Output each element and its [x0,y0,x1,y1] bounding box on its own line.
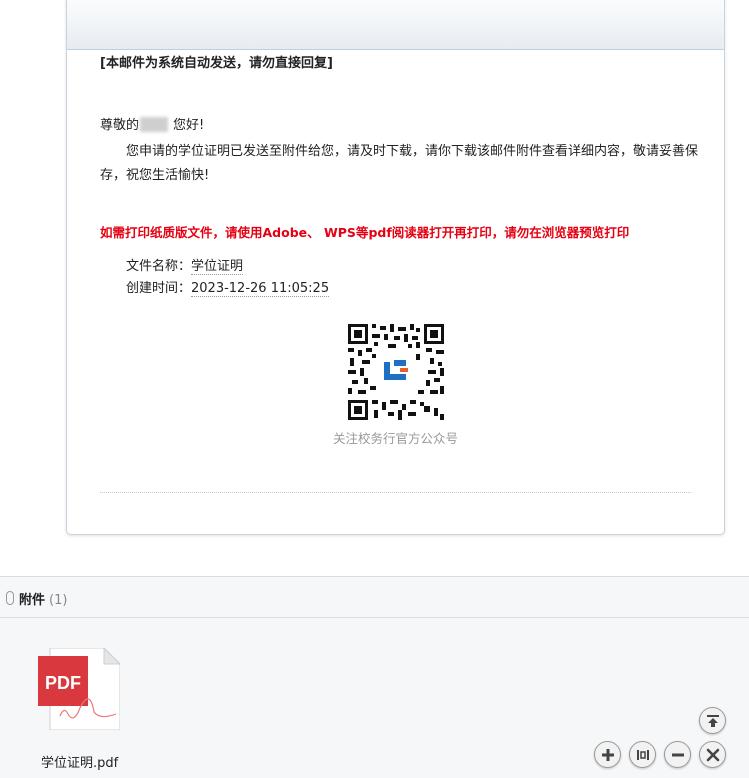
zoom-in-button[interactable] [594,741,621,768]
greeting-prefix: 尊敬的 [100,118,140,133]
paperclip-icon [6,591,14,605]
email-body: 您申请的学位证明已发送至附件给您，请及时下载，请你下载该邮件附件查看详细内容，敬… [100,144,699,183]
file-info: 文件名称：学位证明 创建时间：2023-12-26 11:05:25 [126,256,330,300]
created-time-label: 创建时间： [126,281,192,296]
close-icon [706,748,719,761]
email-card: [本邮件为系统自动发送，请勿直接回复] 尊敬的 您好! 您申请的学位证明已发送至附… [66,0,725,535]
qr-code [348,324,444,420]
greeting: 尊敬的 您好! [100,114,204,133]
attachments-title: 附件 (1) [19,589,67,608]
pdf-icon-label: PDF [45,673,81,693]
plus-icon [601,748,614,761]
scroll-top-button[interactable] [699,707,726,734]
attachment-file-name[interactable]: 学位证明.pdf [41,752,118,771]
divider [100,492,691,493]
file-name-label: 文件名称： [126,259,192,274]
file-name-value: 学位证明 [191,259,244,275]
fit-width-icon [636,749,649,760]
attachments-header: 附件 (1) [0,577,749,618]
attachments-count: (1) [49,593,68,608]
email-card-header [67,0,724,50]
created-time-row: 创建时间：2023-12-26 11:05:25 [126,278,330,300]
greeting-suffix: 您好! [173,118,205,133]
scroll-top-icon [706,714,719,727]
created-time-value: 2023-12-26 11:05:25 [191,281,330,297]
close-button[interactable] [699,741,726,768]
minus-icon [671,753,684,756]
print-warning: 如需打印纸质版文件，请使用Adobe、 WPS等pdf阅读器打开再打印，请勿在浏… [100,225,630,240]
attachments-title-text: 附件 [19,593,46,608]
zoom-out-button[interactable] [664,741,691,768]
pdf-file-icon[interactable]: PDF [38,648,120,730]
qr-caption: 关注校务行官方公众号 [332,431,458,446]
fit-width-button[interactable] [629,741,656,768]
redacted-name [140,117,169,132]
auto-notice: [本邮件为系统自动发送，请勿直接回复] [100,56,333,71]
file-name-row: 文件名称：学位证明 [126,256,329,278]
